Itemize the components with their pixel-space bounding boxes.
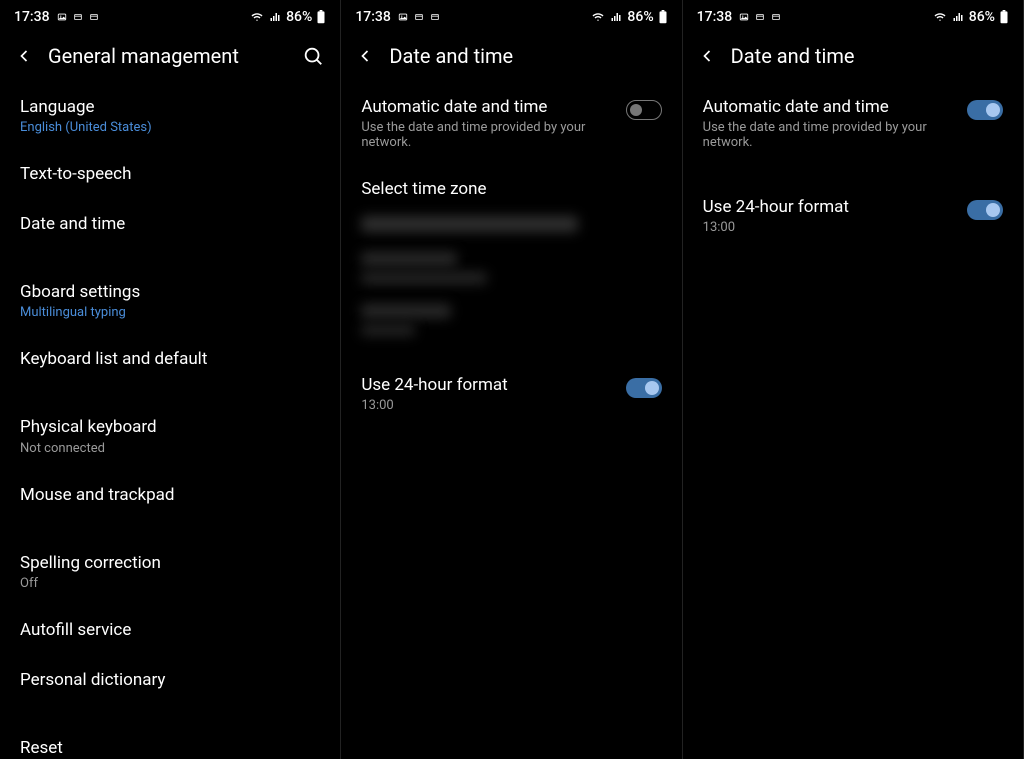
chevron-left-icon [14, 46, 34, 66]
header: Date and time [341, 30, 681, 82]
item-24h-format[interactable]: Use 24-hour format 13:00 [341, 360, 681, 427]
header: General management [0, 30, 340, 82]
panel-general-management: 17:38 86% General management Language En… [0, 0, 341, 759]
redacted-content [341, 204, 681, 360]
toggle-auto-date-time[interactable] [967, 100, 1003, 120]
window-icon [413, 12, 425, 22]
item-autofill-service[interactable]: Autofill service [0, 605, 340, 655]
settings-list: Automatic date and time Use the date and… [683, 82, 1023, 249]
item-select-time-zone[interactable]: Select time zone [341, 164, 681, 204]
item-spelling-correction[interactable]: Spelling correction Off [0, 538, 340, 605]
battery-percent: 86% [627, 9, 653, 25]
item-gboard-settings[interactable]: Gboard settings Multilingual typing [0, 267, 340, 334]
chevron-left-icon [355, 46, 375, 66]
window-icon-2 [88, 12, 100, 22]
item-keyboard-list[interactable]: Keyboard list and default [0, 334, 340, 384]
back-button[interactable] [14, 46, 34, 66]
image-icon [397, 12, 409, 22]
item-24h-format[interactable]: Use 24-hour format 13:00 [683, 182, 1023, 249]
item-mouse-trackpad[interactable]: Mouse and trackpad [0, 470, 340, 520]
back-button[interactable] [355, 46, 375, 66]
battery-icon [658, 10, 668, 24]
chevron-left-icon [697, 46, 717, 66]
wifi-icon [591, 11, 605, 23]
wifi-icon [933, 11, 947, 23]
item-physical-keyboard[interactable]: Physical keyboard Not connected [0, 402, 340, 469]
settings-list: Language English (United States) Text-to… [0, 82, 340, 759]
status-time: 17:38 [14, 9, 50, 25]
battery-icon [999, 10, 1009, 24]
battery-percent: 86% [969, 9, 995, 25]
item-date-and-time[interactable]: Date and time [0, 199, 340, 249]
signal-icon [951, 11, 965, 23]
back-button[interactable] [697, 46, 717, 66]
panel-date-time-off: 17:38 86% Date and time Automatic date a… [341, 0, 682, 759]
toggle-auto-date-time[interactable] [626, 100, 662, 120]
settings-list: Automatic date and time Use the date and… [341, 82, 681, 427]
window-icon [754, 12, 766, 22]
page-title: Date and time [731, 44, 1007, 68]
image-icon [738, 12, 750, 22]
window-icon-2 [429, 12, 441, 22]
battery-percent: 86% [286, 9, 312, 25]
image-icon [56, 12, 68, 22]
page-title: General management [48, 44, 288, 68]
status-time: 17:38 [355, 9, 391, 25]
panel-date-time-on: 17:38 86% Date and time Automatic date a… [683, 0, 1024, 759]
item-personal-dictionary[interactable]: Personal dictionary [0, 655, 340, 705]
item-auto-date-time[interactable]: Automatic date and time Use the date and… [683, 82, 1023, 164]
item-language[interactable]: Language English (United States) [0, 82, 340, 149]
header: Date and time [683, 30, 1023, 82]
item-reset[interactable]: Reset [0, 723, 340, 759]
status-time: 17:38 [697, 9, 733, 25]
status-bar: 17:38 86% [683, 0, 1023, 30]
wifi-icon [250, 11, 264, 23]
battery-icon [316, 10, 326, 24]
item-auto-date-time[interactable]: Automatic date and time Use the date and… [341, 82, 681, 164]
status-bar: 17:38 86% [341, 0, 681, 30]
item-text-to-speech[interactable]: Text-to-speech [0, 149, 340, 199]
toggle-24h-format[interactable] [626, 378, 662, 398]
toggle-24h-format[interactable] [967, 200, 1003, 220]
window-icon-2 [770, 12, 782, 22]
status-bar: 17:38 86% [0, 0, 340, 30]
search-icon [302, 45, 324, 67]
signal-icon [268, 11, 282, 23]
window-icon [72, 12, 84, 22]
page-title: Date and time [389, 44, 665, 68]
signal-icon [609, 11, 623, 23]
search-button[interactable] [302, 45, 324, 67]
